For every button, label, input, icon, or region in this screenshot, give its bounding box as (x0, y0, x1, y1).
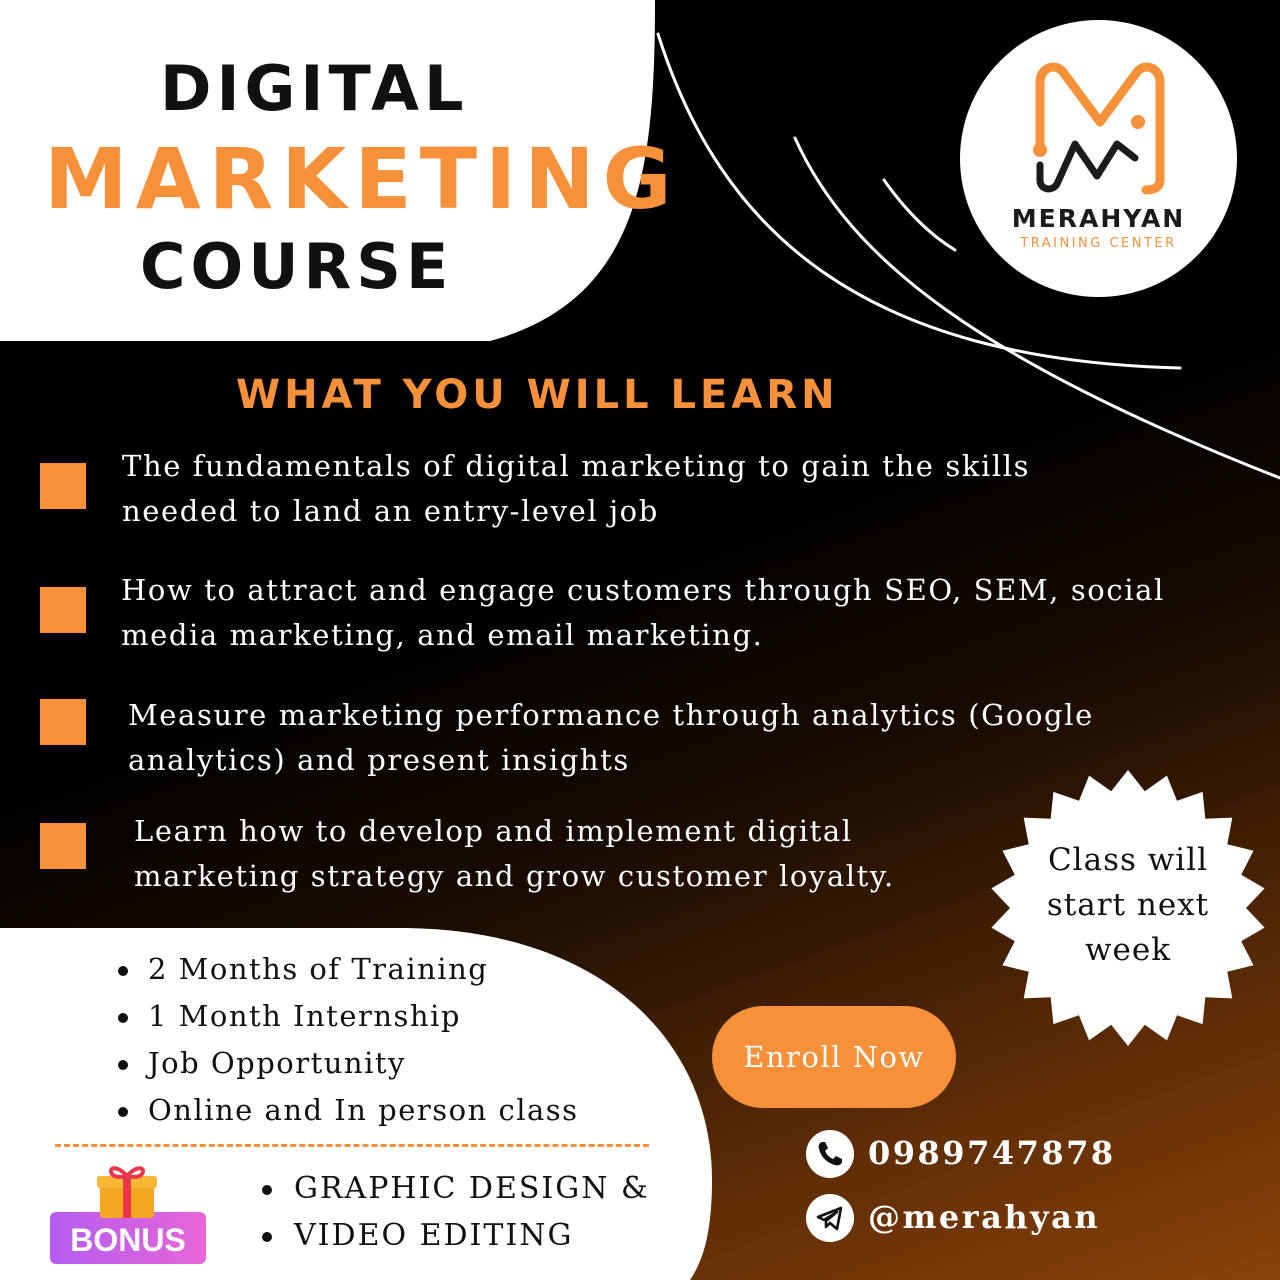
feature-item: 2 Months of Training (118, 946, 579, 993)
telegram-handle: @merahyan (868, 1198, 1101, 1236)
telegram-icon (806, 1194, 854, 1242)
bonus-item: VIDEO EDITING (262, 1212, 650, 1259)
learn-item-line: The fundamentals of digital marketing to… (122, 449, 1031, 483)
bonus-list: GRAPHIC DESIGN & VIDEO EDITING (262, 1165, 650, 1259)
learn-item-line: needed to land an entry-level job (122, 494, 659, 528)
enroll-now-button[interactable]: Enroll Now (712, 1006, 956, 1108)
title-line-digital: DIGITAL (160, 52, 469, 125)
title-line-course: COURSE (140, 230, 454, 303)
title-line-marketing: MARKETING (44, 130, 680, 228)
bonus-label: BONUS (70, 1222, 186, 1258)
learn-item-line: marketing strategy and grow customer loy… (134, 859, 895, 893)
features-list: 2 Months of Training 1 Month Internship … (118, 946, 579, 1134)
orange-square-icon (40, 463, 86, 509)
learn-item-line: Learn how to develop and implement digit… (134, 814, 853, 848)
orange-square-icon (40, 699, 86, 745)
feature-item: 1 Month Internship (118, 993, 579, 1040)
orange-square-icon (40, 587, 86, 633)
dashed-divider (55, 1144, 649, 1147)
learn-item-line: Measure marketing performance through an… (128, 698, 1094, 732)
learn-item-line: How to attract and engage customers thro… (121, 573, 1165, 607)
logo-subtitle: TRAINING CENTER (1020, 236, 1177, 251)
learn-item-line: media marketing, and email marketing. (121, 618, 764, 652)
badge-text: Class will start next week (988, 838, 1268, 973)
merahyan-m-logo-icon (1033, 62, 1165, 195)
badge-line: week (1084, 932, 1171, 968)
feature-item: Online and In person class (118, 1087, 579, 1134)
learn-heading: WHAT YOU WILL LEARN (236, 372, 839, 418)
feature-item: Job Opportunity (118, 1040, 579, 1087)
badge-line: Class will (1047, 842, 1209, 878)
poster: DIGITAL MARKETING COURSE MERAHYAN TRAINI… (0, 0, 1280, 1280)
logo-name: MERAHYAN (1011, 204, 1186, 233)
orange-square-icon (40, 823, 86, 869)
learn-item-line: analytics) and present insights (128, 743, 630, 777)
badge-line: start next (1046, 887, 1210, 923)
logo-badge: MERAHYAN TRAINING CENTER (960, 20, 1237, 297)
phone-icon (806, 1130, 854, 1178)
bonus-item: GRAPHIC DESIGN & (262, 1165, 650, 1212)
phone-number: 0989747878 (868, 1134, 1116, 1172)
